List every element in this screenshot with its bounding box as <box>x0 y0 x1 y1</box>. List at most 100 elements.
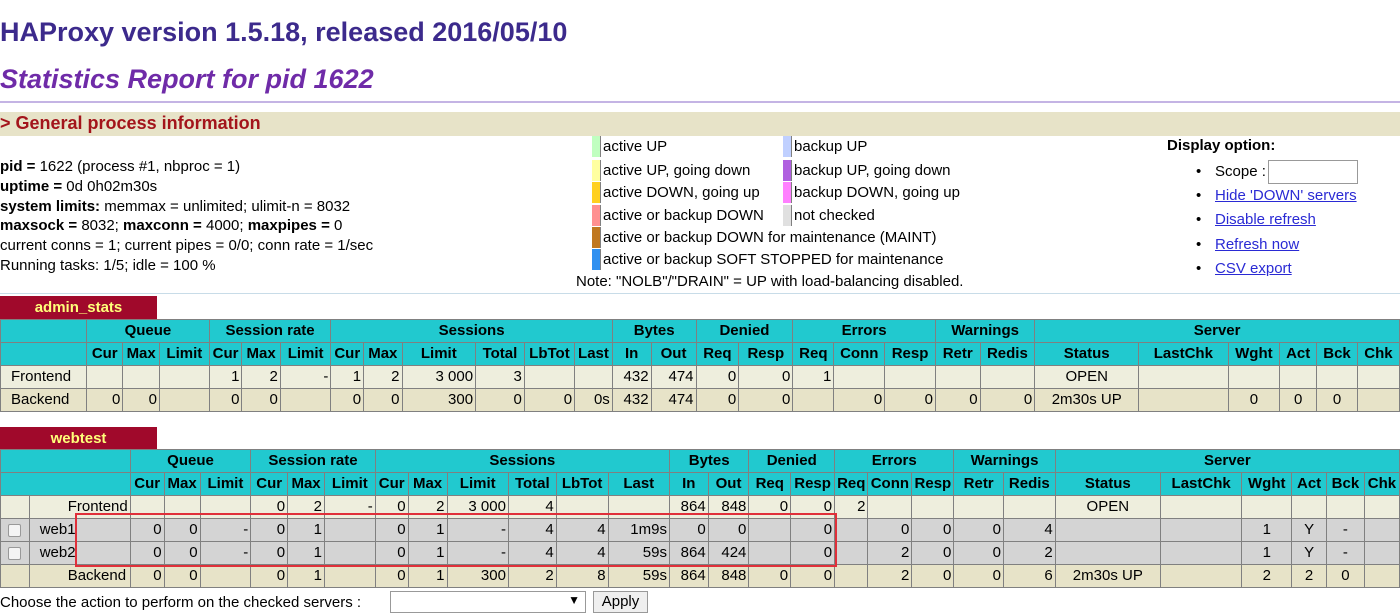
admin-stats-table: Queue Session rate Sessions Bytes Denied Erro… <box>0 319 1400 412</box>
data-cell: 2 <box>867 564 913 588</box>
conns-line: current conns = 1; current pipes = 0/0; … <box>0 237 374 255</box>
column-header: Resp <box>738 342 794 366</box>
data-cell: 0 <box>738 365 794 389</box>
section-divider <box>0 293 1400 294</box>
column-header: Limit <box>324 472 376 496</box>
legend-swatch <box>592 249 601 270</box>
action-select[interactable]: ▼ <box>390 591 586 613</box>
column-header: Last <box>574 342 613 366</box>
row-name: Backend <box>28 564 131 588</box>
data-cell <box>122 365 160 389</box>
data-cell <box>1316 365 1358 389</box>
data-cell: 2 <box>363 365 403 389</box>
data-cell <box>1363 564 1400 588</box>
column-header: Bck <box>1316 342 1358 366</box>
apply-button[interactable]: Apply <box>593 591 648 613</box>
group-header: Session rate <box>208 319 332 343</box>
row-name: Backend <box>0 388 88 412</box>
status-cell <box>1054 518 1161 542</box>
column-header: Redis <box>1002 472 1056 496</box>
legend-swatch <box>783 136 792 157</box>
status-cell: 2m30s UP <box>1054 564 1161 588</box>
data-cell: 2 <box>867 541 913 565</box>
column-header: Resp <box>884 342 936 366</box>
data-cell <box>1159 495 1243 519</box>
column-header: Req <box>792 342 835 366</box>
data-cell: 300 <box>446 564 509 588</box>
data-cell: 0 <box>1316 388 1358 412</box>
refresh-now-link[interactable]: Refresh now <box>1215 236 1299 253</box>
column-header: Cur <box>250 472 289 496</box>
row-select-cell <box>0 495 30 519</box>
column-header: Status <box>1034 342 1140 366</box>
hide-down-servers-link[interactable]: Hide 'DOWN' servers <box>1215 187 1357 204</box>
data-cell: 8 <box>555 564 609 588</box>
column-header: Act <box>1291 472 1327 496</box>
data-cell: 432 <box>611 388 652 412</box>
column-header: Req <box>748 472 792 496</box>
data-cell <box>792 388 835 412</box>
data-cell: 1 <box>287 564 325 588</box>
column-header: Limit <box>279 342 332 366</box>
data-cell <box>1159 541 1243 565</box>
group-header: Server <box>1054 449 1400 473</box>
column-header: In <box>668 472 709 496</box>
column-header: Cur <box>208 342 243 366</box>
data-cell: 0 <box>163 564 201 588</box>
group-header: Server <box>1034 319 1400 343</box>
data-cell: 1 <box>330 365 365 389</box>
status-cell: OPEN <box>1034 365 1140 389</box>
general-section-title[interactable]: > General process information <box>0 113 261 134</box>
status-cell: 2m30s UP <box>1034 388 1140 412</box>
legend-note: Note: "NOLB"/"DRAIN" = UP with load-bala… <box>576 273 964 290</box>
data-cell <box>1363 518 1400 542</box>
disable-refresh-link[interactable]: Disable refresh <box>1215 211 1316 228</box>
data-cell: - <box>1325 541 1365 565</box>
legend-swatch <box>783 182 792 203</box>
data-cell: 1 <box>1241 541 1293 565</box>
group-header: Denied <box>695 319 794 343</box>
process-info: pid = 1622 (process #1, nbproc = 1) upti… <box>0 157 373 276</box>
data-cell <box>1138 365 1229 389</box>
server-checkbox[interactable] <box>8 546 22 560</box>
data-cell: 0 <box>1325 564 1365 588</box>
data-cell: 0 <box>790 564 836 588</box>
data-cell <box>1356 388 1400 412</box>
scope-input[interactable] <box>1267 160 1358 185</box>
header-corner <box>0 449 131 473</box>
proxy-name-webtest[interactable]: webtest <box>0 427 157 450</box>
data-cell: 0 <box>953 541 1004 565</box>
data-cell <box>1291 495 1327 519</box>
data-cell: 0 <box>523 388 576 412</box>
column-header: In <box>611 342 652 366</box>
data-cell: 0 <box>738 388 794 412</box>
data-cell: 0 <box>934 388 981 412</box>
column-header: Limit <box>199 472 252 496</box>
data-cell: Y <box>1291 541 1327 565</box>
server-checkbox[interactable] <box>8 523 22 537</box>
column-header: Conn <box>867 472 913 496</box>
data-cell <box>867 495 913 519</box>
data-cell <box>279 388 332 412</box>
data-cell: 0 <box>695 388 740 412</box>
data-cell: 0 <box>911 518 955 542</box>
status-cell <box>1054 541 1161 565</box>
data-cell: 0 <box>241 388 281 412</box>
data-cell <box>158 388 210 412</box>
data-cell: 0 <box>122 388 160 412</box>
data-cell: 1 <box>208 365 243 389</box>
proxy-name-admin-stats[interactable]: admin_stats <box>0 296 157 319</box>
data-cell <box>1002 495 1056 519</box>
csv-export-link[interactable]: CSV export <box>1215 260 1292 277</box>
column-header: Max <box>287 472 325 496</box>
group-header-row: Queue Session rate Sessions Bytes Denied Erro… <box>0 319 1400 343</box>
column-header: Resp <box>790 472 836 496</box>
column-header: Retr <box>953 472 1004 496</box>
data-cell: 0 <box>833 388 886 412</box>
data-cell <box>199 564 252 588</box>
column-header: Cur <box>86 342 124 366</box>
row-select-cell <box>0 541 30 565</box>
group-header: Session rate <box>250 449 376 473</box>
table-row: Frontend 1 2-1 2 3 000 3 432 474 0 0 1 OPEN <box>0 365 1400 389</box>
column-header: Act <box>1279 342 1318 366</box>
